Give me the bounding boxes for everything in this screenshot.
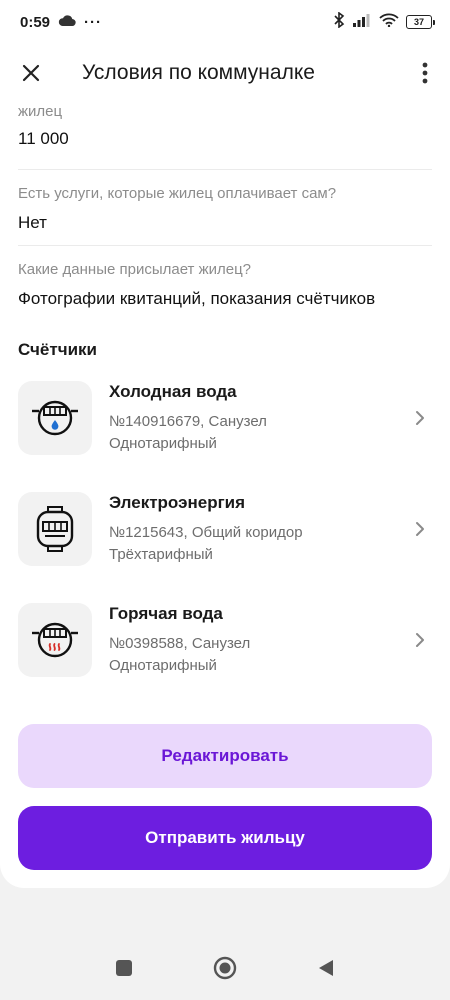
wifi-icon xyxy=(379,13,399,31)
home-button[interactable] xyxy=(213,956,237,985)
field-self-paid-services: Есть услуги, которые жилец оплачивает са… xyxy=(18,184,432,234)
status-bar: 0:59 ··· 37 xyxy=(0,0,450,44)
close-icon xyxy=(22,64,40,82)
square-icon xyxy=(116,959,132,976)
meter-tariff: Трёхтарифный xyxy=(109,546,213,563)
meter-tariff: Однотарифный xyxy=(109,657,217,674)
field-label: жилец xyxy=(18,103,63,120)
recent-apps-button[interactable] xyxy=(115,959,133,982)
back-triangle-icon xyxy=(319,959,333,976)
edit-button[interactable]: Редактировать xyxy=(18,724,432,788)
field-label: Есть услуги, которые жилец оплачивает са… xyxy=(18,185,337,202)
meter-name: Горячая вода xyxy=(109,604,223,623)
chevron-right-icon xyxy=(408,603,432,677)
meter-number: №140916679, Санузел xyxy=(109,413,267,430)
app-header: Условия по коммуналке xyxy=(0,44,450,102)
electricity-meter-icon xyxy=(18,492,92,566)
back-button[interactable] xyxy=(317,958,335,983)
cloud-icon xyxy=(58,14,76,31)
page-title: Условия по коммуналке xyxy=(82,61,315,84)
hot-water-meter-icon xyxy=(18,603,92,677)
cold-water-meter-icon xyxy=(18,381,92,455)
more-menu-button[interactable] xyxy=(400,44,450,102)
field-label: Какие данные присылает жилец? xyxy=(18,261,252,278)
chevron-right-icon xyxy=(408,492,432,566)
home-circle-icon xyxy=(213,956,237,979)
meter-number: №0398588, Санузел xyxy=(109,635,251,652)
meter-tariff: Однотарифный xyxy=(109,435,217,452)
signal-icon xyxy=(352,13,372,31)
bluetooth-icon xyxy=(333,11,345,32)
meter-item-cold-water[interactable]: Холодная вода №140916679, Санузел Однота… xyxy=(18,381,432,481)
system-nav-bar xyxy=(0,940,450,1000)
meter-item-electricity[interactable]: Электроэнергия №1215643, Общий коридор Т… xyxy=(18,492,432,592)
meter-number: №1215643, Общий коридор xyxy=(109,524,303,541)
meter-name: Электроэнергия xyxy=(109,493,246,512)
field-data-sent: Какие данные присылает жилец? Фотографии… xyxy=(18,260,432,310)
field-value: Фотографии квитанций, показания счётчико… xyxy=(18,289,376,308)
status-time: 0:59 xyxy=(20,13,51,31)
divider xyxy=(18,169,432,170)
meter-name: Холодная вода xyxy=(109,382,237,401)
meters-section-title: Счётчики xyxy=(18,340,97,359)
more-vertical-icon xyxy=(422,62,428,84)
field-value: Нет xyxy=(18,213,47,232)
content-sheet: жилец 11 000 Есть услуги, которые жилец … xyxy=(0,100,450,888)
meter-item-hot-water[interactable]: Горячая вода №0398588, Санузел Однотариф… xyxy=(18,603,432,703)
field-value: 11 000 xyxy=(18,129,69,148)
chevron-right-icon xyxy=(408,381,432,455)
battery-indicator: 37 xyxy=(406,15,435,29)
send-to-tenant-button[interactable]: Отправить жильцу xyxy=(18,806,432,870)
close-button[interactable] xyxy=(0,44,62,102)
field-rent-amount: жилец 11 000 xyxy=(18,102,432,150)
divider xyxy=(18,245,432,246)
notification-dots: ··· xyxy=(84,13,103,31)
